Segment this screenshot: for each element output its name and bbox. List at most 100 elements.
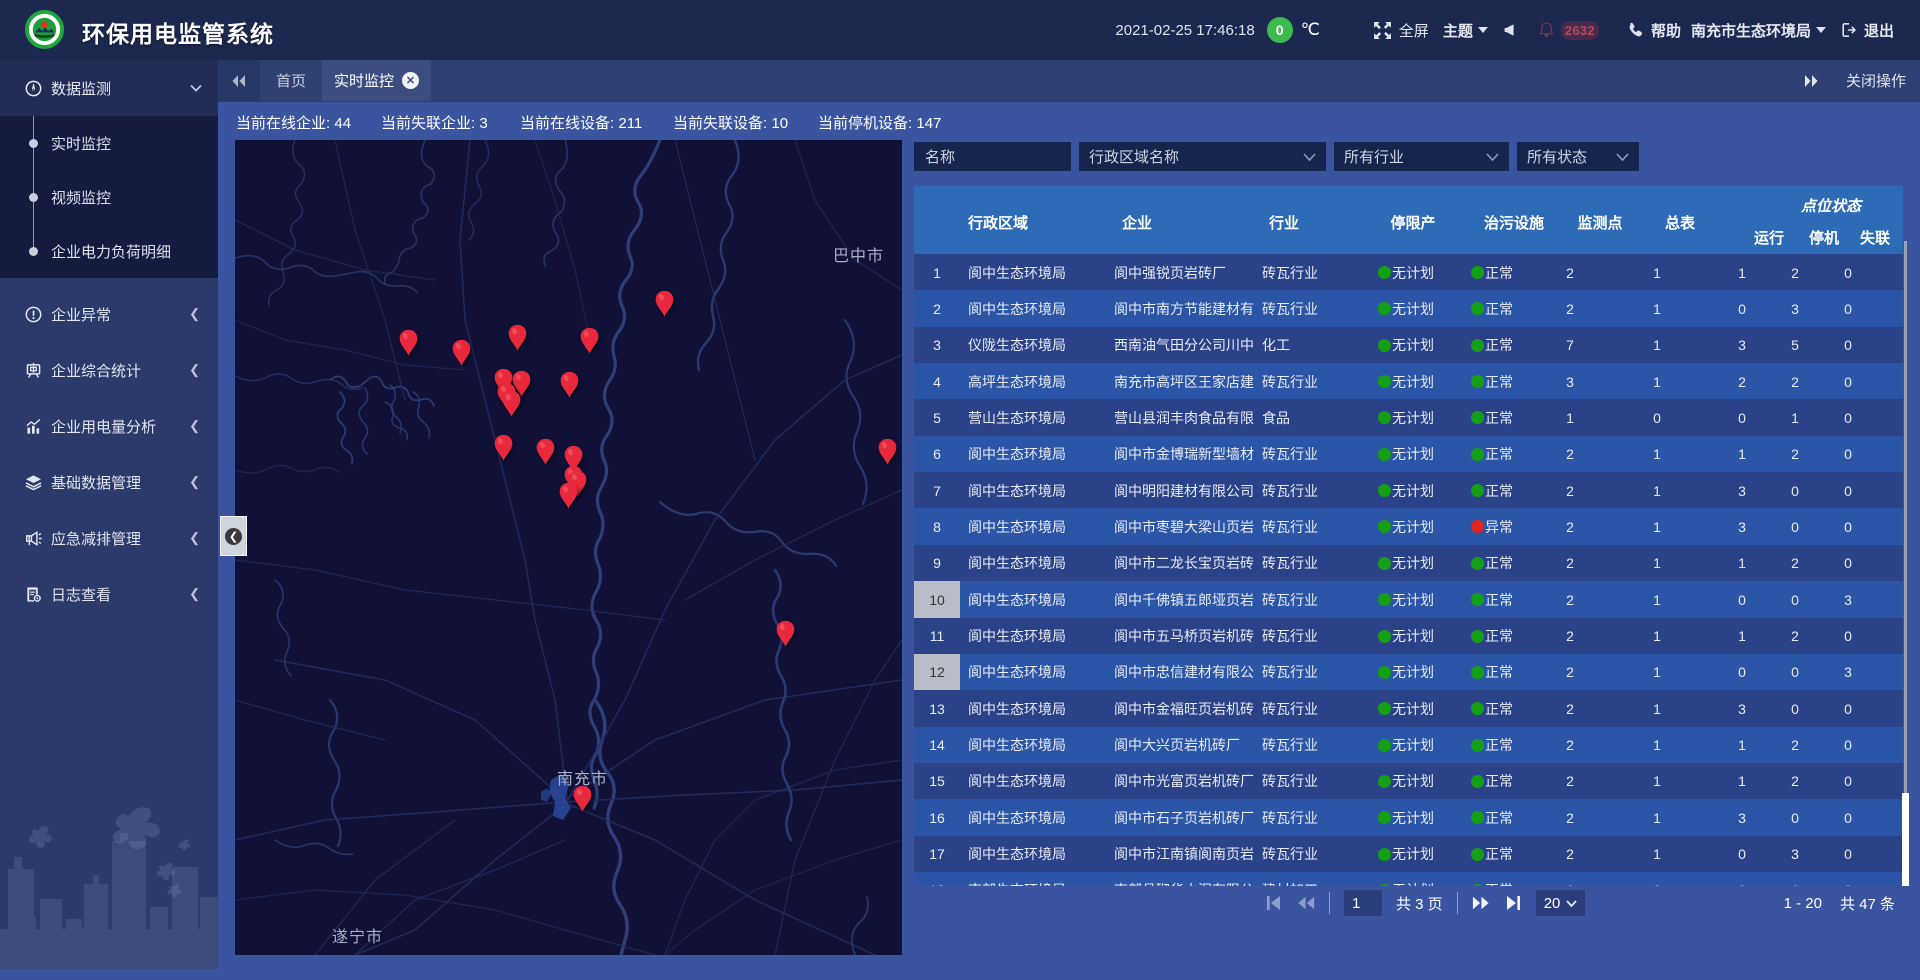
sidebar-item-label: 企业综合统计 [0,360,141,381]
name-filter-input[interactable]: 名称 [914,142,1071,171]
sidebar-item-video-monitoring[interactable]: 视频监控 [0,170,218,224]
points-cell: 2 [1527,727,1613,764]
map-pin-icon[interactable] [398,329,419,357]
table-scrollbar-track[interactable] [1904,241,1907,886]
page-range-label: 1 - 20 [1784,895,1822,912]
table-scrollbar-thumb[interactable] [1902,793,1909,886]
table-row[interactable]: 9阆中生态环境局阆中市二龙长宝页岩砖砖瓦行业无计划正常21120 [914,545,1903,582]
map-pin-icon[interactable] [501,390,522,418]
tabs-scroll-left-button[interactable] [218,60,260,101]
logout-button[interactable]: 退出 [1841,20,1894,41]
table-row[interactable]: 18南部生态环境局南部县砌华水泥有限公建材加工无计划正常60060 [914,872,1903,886]
table-panel: 名称 行政区域名称 所有行业 所有状态 行政区域 企业 行业 停限产 治污设施 … [914,140,1903,980]
company-cell: 营山县润丰肉食品有限 [1114,399,1260,436]
limit-status-cell: 无计划 [1378,254,1470,291]
table-row[interactable]: 12阆中生态环境局阆中市忠信建材有限公砖瓦行业无计划正常21003 [914,654,1903,691]
double-chevron-right-icon[interactable] [1804,74,1820,88]
first-page-button[interactable] [1265,895,1283,911]
fullscreen-button[interactable]: 全屏 [1373,20,1429,41]
notifications[interactable]: 2632 [1539,21,1599,40]
region-cell: 阆中生态环境局 [968,254,1112,291]
sidebar-item-power-load-detail[interactable]: 企业电力负荷明细 [0,224,218,278]
meter-cell: 1 [1614,290,1700,327]
table-row[interactable]: 8阆中生态环境局阆中市枣碧大梁山页岩砖瓦行业无计划异常21300 [914,508,1903,545]
table-row[interactable]: 5营山生态环境局营山县润丰肉食品有限食品无计划正常10010 [914,399,1903,436]
tab-home[interactable]: 首页 [260,60,322,101]
map-pin-icon[interactable] [451,339,472,367]
sidebar-item-logs[interactable]: 日志查看 ❮ [0,566,218,622]
map-pin-icon[interactable] [507,324,528,352]
table-row[interactable]: 2阆中生态环境局阆中市南方节能建材有砖瓦行业无计划正常21030 [914,290,1903,327]
offline-cell: 0 [1805,254,1891,291]
next-page-button[interactable] [1472,895,1490,911]
meter-cell: 1 [1614,508,1700,545]
table-row[interactable]: 4高坪生态环境局南充市高坪区王家店建砖瓦行业无计划正常31220 [914,363,1903,400]
tab-realtime-monitoring[interactable]: 实时监控 ✕ [322,60,431,101]
table-row[interactable]: 7阆中生态环境局阆中明阳建材有限公司砖瓦行业无计划正常21300 [914,472,1903,509]
stats-board-icon [25,362,42,379]
table-row[interactable]: 3仪陇生态环境局西南油气田分公司川中化工无计划正常71350 [914,327,1903,364]
table-row[interactable]: 17阆中生态环境局阆中市江南镇阆南页岩砖瓦行业无计划正常21030 [914,836,1903,873]
table-row[interactable]: 14阆中生态环境局阆中大兴页岩机砖厂砖瓦行业无计划正常21120 [914,727,1903,764]
map-pin-icon[interactable] [572,785,593,813]
sidebar-submenu: 实时监控 视频监控 企业电力负荷明细 [0,116,218,278]
company-cell: 阆中市二龙长宝页岩砖 [1114,545,1260,582]
sidebar-item-base-data[interactable]: 基础数据管理 ❮ [0,454,218,510]
row-index-cell: 14 [914,727,960,764]
last-page-button[interactable] [1504,895,1522,911]
close-tab-icon[interactable]: ✕ [402,72,419,89]
table-row[interactable]: 6阆中生态环境局阆中市金博瑞新型墙材砖瓦行业无计划正常21120 [914,436,1903,473]
map-pin-icon[interactable] [877,438,898,466]
sidebar-item-emergency-reduction[interactable]: 应急减排管理 ❮ [0,510,218,566]
table-row[interactable]: 15阆中生态环境局阆中市光富页岩机砖厂砖瓦行业无计划正常21120 [914,763,1903,800]
mute-speaker-icon[interactable] [1503,23,1516,37]
status-filter-select[interactable]: 所有状态 [1517,142,1639,171]
map-pin-icon[interactable] [535,438,556,466]
company-cell: 阆中市枣碧大梁山页岩 [1114,508,1260,545]
industry-cell: 砖瓦行业 [1262,472,1374,509]
prev-page-button[interactable] [1297,895,1315,911]
close-operations-button[interactable]: 关闭操作 [1846,70,1906,91]
theme-menu[interactable]: 主题 [1443,20,1488,41]
sidebar-item-data-monitoring[interactable]: 数据监测 [0,60,218,116]
sidebar-item-realtime-monitoring[interactable]: 实时监控 [0,116,218,170]
sidebar-item-company-abnormal[interactable]: 企业异常 ❮ [0,286,218,342]
stats-bar: 当前在线企业: 44 当前失联企业: 3 当前在线设备: 211 当前失联设备:… [218,103,1920,140]
table-row[interactable]: 10阆中生态环境局阆中千佛镇五郎垭页岩砖瓦行业无计划正常21003 [914,581,1903,618]
industry-cell: 砖瓦行业 [1262,508,1374,545]
help-button[interactable]: 帮助 [1627,20,1681,41]
points-cell: 2 [1527,763,1613,800]
points-cell: 2 [1527,618,1613,655]
points-cell: 2 [1527,436,1613,473]
points-cell: 2 [1527,472,1613,509]
sidebar-item-company-statistics[interactable]: 企业综合统计 ❮ [0,342,218,398]
map-pin-icon[interactable] [654,290,675,318]
company-cell: 阆中市金博瑞新型墙材 [1114,436,1260,473]
page-size-select[interactable]: 20 [1536,890,1586,916]
chevron-down-icon [1486,153,1499,161]
page-number-input[interactable]: 1 [1344,890,1382,916]
status-dot-green [1378,302,1391,315]
table-row[interactable]: 11阆中生态环境局阆中市五马桥页岩机砖砖瓦行业无计划正常21120 [914,618,1903,655]
table-row[interactable]: 1阆中生态环境局阆中强锐页岩砖厂砖瓦行业无计划正常21120 [914,254,1903,291]
limit-status-cell: 无计划 [1378,727,1470,764]
map-pin-icon[interactable] [775,620,796,648]
map-pin-icon[interactable] [579,327,600,355]
offline-cell: 0 [1805,363,1891,400]
meter-cell: 1 [1614,836,1700,873]
region-filter-select[interactable]: 行政区域名称 [1079,142,1326,171]
sidebar-item-power-analysis[interactable]: 企业用电量分析 ❮ [0,398,218,454]
industry-filter-select[interactable]: 所有行业 [1334,142,1509,171]
map-pin-icon[interactable] [558,482,579,510]
map-panel[interactable]: 巴中市南充市遂宁市 [235,140,902,955]
map-pin-icon[interactable] [559,371,580,399]
collapse-panel-button[interactable]: ❮ [220,516,247,556]
table-row[interactable]: 16阆中生态环境局阆中市石子页岩机砖厂砖瓦行业无计划正常21300 [914,799,1903,836]
map-pin-icon[interactable] [493,434,514,462]
row-index-cell: 17 [914,836,960,873]
org-menu[interactable]: 南充市生态环境局 [1691,20,1826,41]
page-size-value: 20 [1544,895,1561,912]
table-row[interactable]: 13阆中生态环境局阆中市金福旺页岩机砖砖瓦行业无计划正常21300 [914,690,1903,727]
region-cell: 阆中生态环境局 [968,508,1112,545]
chevron-down-icon [1616,153,1629,161]
